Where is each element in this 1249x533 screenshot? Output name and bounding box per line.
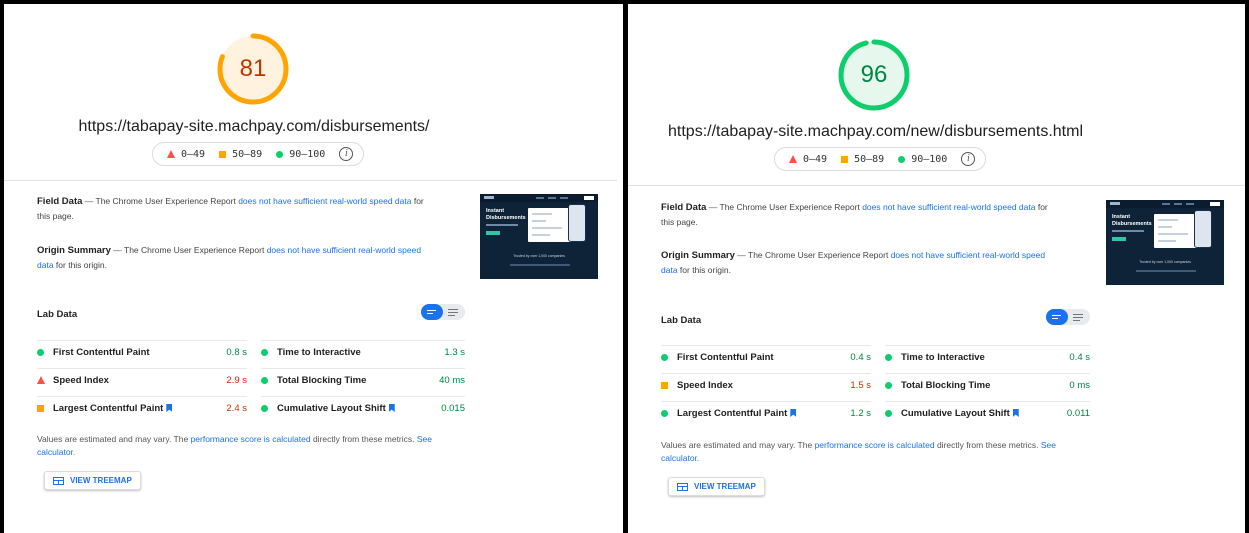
fail-triangle-icon [789,155,797,163]
field-data-section: Field Data — The Chrome User Experience … [661,202,1048,227]
values-estimated-note: Values are estimated and may vary. The p… [661,440,1057,463]
core-web-vital-bookmark-icon [388,404,395,412]
metric-cls: Cumulative Layout Shift 0.015 [261,396,465,419]
field-data-title: Field Data [37,196,83,207]
report-panel-left: 81 https://tabapay-site.machpay.com/disb… [4,4,623,533]
metric-cls: Cumulative Layout Shift 0.011 [885,401,1090,424]
metric-fcp: First Contentful Paint 0.4 s [661,345,871,368]
crux-link[interactable]: does not have sufficient real-world spee… [862,202,1035,212]
report-panel-right: 96 https://tabapay-site.machpay.com/new/… [628,4,1245,533]
treemap-icon [53,476,64,485]
pass-circle-icon [261,376,268,384]
average-square-icon [37,404,44,412]
lab-data-title: Lab Data [661,315,702,326]
info-icon[interactable]: i [961,152,976,166]
divider [628,185,1245,186]
performance-score-link[interactable]: performance score is calculated [191,434,311,444]
values-estimated-note: Values are estimated and may vary. The p… [37,434,433,457]
pass-circle-icon [885,381,892,389]
page-screenshot-thumbnail: Instant Disbursements Trusted by over 1,0… [1106,200,1224,285]
metric-tti: Time to Interactive 1.3 s [261,340,465,363]
list-view-icon[interactable] [1073,314,1083,316]
crux-link[interactable]: does not have sufficient real-world spee… [238,196,411,206]
pass-circle-icon [661,353,668,361]
average-square-icon [841,155,849,163]
metric-tbt: Total Blocking Time 0 ms [885,373,1090,396]
pass-circle-icon [276,150,284,158]
summary-view-button[interactable] [421,304,443,320]
pass-circle-icon [261,404,268,412]
metric-lcp: Largest Contentful Paint 2.4 s [37,396,247,419]
field-data-title: Field Data [661,202,707,213]
lab-data-title: Lab Data [37,309,78,320]
pass-circle-icon [261,348,268,356]
metric-speed-index: Speed Index 1.5 s [661,373,871,396]
tested-url: https://tabapay-site.machpay.com/disburs… [78,118,430,135]
field-data-section: Field Data — The Chrome User Experience … [37,196,424,221]
info-icon[interactable]: i [339,147,354,161]
treemap-icon [677,482,688,491]
pass-circle-icon [37,348,44,356]
legend-average: 50–89 [841,154,884,165]
core-web-vital-bookmark-icon [166,404,173,412]
fail-triangle-icon [167,150,175,158]
metric-tti: Time to Interactive 0.4 s [885,345,1090,368]
performance-score-link[interactable]: performance score is calculated [815,440,935,450]
average-square-icon [661,381,668,389]
metric-fcp: First Contentful Paint 0.8 s [37,340,247,363]
origin-summary-section: Origin Summary — The Chrome User Experie… [37,245,422,270]
pass-circle-icon [885,353,892,361]
view-treemap-button[interactable]: VIEW TREEMAP [44,471,141,490]
metric-lcp: Largest Contentful Paint 1.2 s [661,401,871,424]
metric-tbt: Total Blocking Time 40 ms [261,368,465,391]
origin-summary-title: Origin Summary [37,245,111,256]
performance-score: 81 [239,55,267,82]
list-view-icon[interactable] [448,309,458,311]
performance-score: 96 [860,61,888,88]
legend-good: 90–100 [276,149,325,160]
core-web-vital-bookmark-icon [1012,409,1019,417]
metric-speed-index: Speed Index 2.9 s [37,368,247,391]
core-web-vital-bookmark-icon [790,409,797,417]
summary-view-button[interactable] [1046,309,1068,325]
metrics-view-toggle[interactable] [1046,309,1090,325]
pass-circle-icon [898,155,906,163]
pass-circle-icon [885,409,892,417]
tested-url: https://tabapay-site.machpay.com/new/dis… [668,123,1083,140]
divider [4,180,617,181]
fail-triangle-icon [37,376,45,384]
legend-poor: 0–49 [167,149,205,160]
page-screenshot-thumbnail: Instant Disbursements Trusted by over 1,0… [480,194,598,279]
pass-circle-icon [661,409,668,417]
view-treemap-button[interactable]: VIEW TREEMAP [668,477,765,496]
metrics-view-toggle[interactable] [421,304,465,320]
average-square-icon [219,150,227,158]
score-legend: 0–49 50–89 90–100 i [152,142,365,166]
origin-summary-section: Origin Summary — The Chrome User Experie… [661,250,1046,275]
legend-good: 90–100 [898,154,947,165]
score-legend: 0–49 50–89 90–100 i [774,147,987,171]
legend-average: 50–89 [219,149,262,160]
origin-summary-title: Origin Summary [661,250,735,261]
performance-score-gauge: 96 [836,37,912,113]
legend-poor: 0–49 [789,154,827,165]
performance-score-gauge: 81 [215,31,291,107]
